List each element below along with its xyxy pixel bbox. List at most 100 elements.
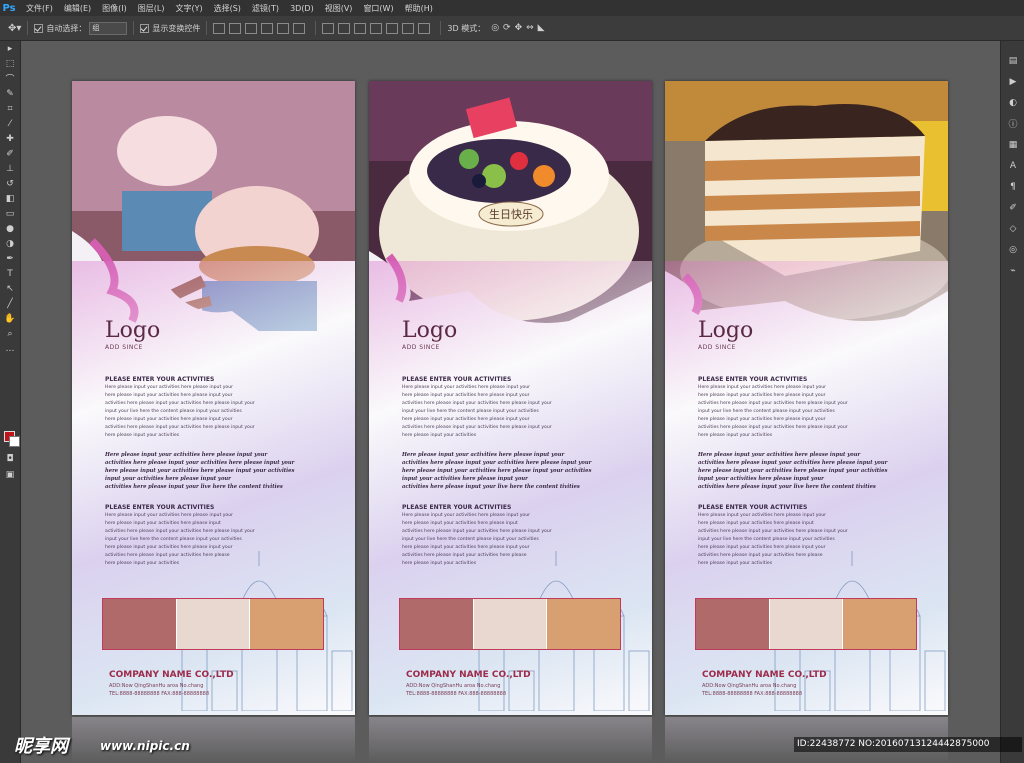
poster-body-1: Here please input your activities here p… (402, 385, 552, 438)
strip-photo-cupcake (696, 599, 770, 649)
brush-tool-icon[interactable]: ✐ (0, 146, 20, 161)
dessert-photo-strip (399, 598, 621, 650)
eyedropper-tool-icon[interactable]: ⁄ (0, 116, 20, 131)
auto-select-label: 自动选择： (46, 23, 87, 33)
poster-heading-1: PLEASE ENTER YOUR ACTIVITIES (402, 376, 512, 383)
company-tel-fax: TEL:8888-88888888 FAX:888-88888888 (406, 691, 506, 697)
history-brush-tool-icon[interactable]: ↺ (0, 176, 20, 191)
type-tool-icon[interactable]: T (0, 266, 20, 281)
mode-3d-label: 3D 模式： (447, 23, 486, 33)
poster-script-text: Here please input your activities here p… (105, 452, 295, 490)
marquee-tool-icon[interactable]: ⬚ (0, 56, 20, 71)
align-center-icon[interactable] (277, 22, 290, 34)
poster-heading-2: PLEASE ENTER YOUR ACTIVITIES (105, 504, 215, 511)
strip-photo-dessert (250, 599, 324, 649)
menu-filter[interactable]: 滤镜(T) (252, 3, 279, 14)
adjustments-panel-icon[interactable]: ◐ (1001, 95, 1024, 110)
distribute-middle-icon[interactable] (338, 22, 351, 34)
3d-controls-icons[interactable]: ◎⟳✥⇔◣ (491, 23, 548, 33)
dessert-photo-strip (102, 598, 324, 650)
poster-heading-1: PLEASE ENTER YOUR ACTIVITIES (105, 376, 215, 383)
distribute-right-icon[interactable] (402, 22, 415, 34)
more-tools-icon[interactable]: … (0, 341, 20, 356)
quick-select-tool-icon[interactable]: ✎ (0, 86, 20, 101)
poster-script-text: Here please input your activities here p… (402, 452, 592, 490)
menu-file[interactable]: 文件(F) (26, 3, 53, 14)
swatches-panel-icon[interactable]: ▦ (1001, 137, 1024, 152)
align-top-icon[interactable] (213, 22, 226, 34)
layers-panel-icon[interactable]: ◇ (1001, 221, 1024, 236)
healing-brush-tool-icon[interactable]: ✚ (0, 131, 20, 146)
poster-layer-cake[interactable]: Logo ADD SINCE PLEASE ENTER YOUR ACTIVIT… (665, 81, 948, 715)
company-address: ADD:Now QingShanHu aroa No.chang (702, 683, 797, 689)
eraser-tool-icon[interactable]: ◧ (0, 191, 20, 206)
dodge-tool-icon[interactable]: ◑ (0, 236, 20, 251)
menu-image[interactable]: 图像(I) (102, 3, 127, 14)
actions-panel-icon[interactable]: ▶ (1001, 74, 1024, 89)
quick-mask-icon[interactable]: ◘ (0, 451, 20, 466)
path-select-tool-icon[interactable]: ↖ (0, 281, 20, 296)
distribute-left-icon[interactable] (370, 22, 383, 34)
brush-panel-icon[interactable]: ✐ (1001, 200, 1024, 215)
distribute-bottom-icon[interactable] (354, 22, 367, 34)
show-transform-checkbox[interactable] (140, 23, 150, 33)
company-name: COMPANY NAME CO.,LTD (702, 670, 827, 680)
strip-photo-cupcake (103, 599, 177, 649)
auto-align-icon[interactable] (418, 22, 431, 34)
photoshop-logo: Ps (2, 2, 16, 14)
align-left-icon[interactable] (261, 22, 274, 34)
menu-window[interactable]: 窗口(W) (363, 3, 393, 14)
menu-3d[interactable]: 3D(D) (290, 4, 314, 13)
strip-photo-dessert (547, 599, 621, 649)
align-middle-icon[interactable] (229, 22, 242, 34)
distribute-center-icon[interactable] (386, 22, 399, 34)
distribute-top-icon[interactable] (322, 22, 335, 34)
align-bottom-icon[interactable] (245, 22, 258, 34)
gradient-tool-icon[interactable]: ▭ (0, 206, 20, 221)
watermark-logo: 昵享网 (14, 736, 68, 757)
divider (315, 21, 317, 35)
history-panel-icon[interactable]: ▤ (1001, 53, 1024, 68)
zoom-tool-icon[interactable]: ⌕ (0, 326, 20, 341)
blur-tool-icon[interactable]: ● (0, 221, 20, 236)
lasso-tool-icon[interactable]: ⌒ (0, 71, 20, 86)
poster-cupcakes[interactable]: Logo ADD SINCE PLEASE ENTER YOUR ACTIVIT… (72, 81, 355, 715)
divider (133, 21, 135, 35)
info-panel-icon[interactable]: ⓘ (1001, 116, 1024, 131)
menu-type[interactable]: 文字(Y) (175, 3, 202, 14)
background-color-swatch[interactable] (9, 436, 20, 447)
character-panel-icon[interactable]: A (1001, 158, 1024, 173)
shape-tool-icon[interactable]: ╱ (0, 296, 20, 311)
menu-edit[interactable]: 编辑(E) (64, 3, 91, 14)
menu-select[interactable]: 选择(S) (214, 3, 241, 14)
poster-body-2: Here please input your activities here p… (402, 513, 552, 566)
document-canvas[interactable]: Logo ADD SINCE PLEASE ENTER YOUR ACTIVIT… (21, 41, 1000, 763)
poster-fruit-cake[interactable]: 生日快乐 Logo ADD SINCE PLEASE ENTER YOUR AC… (369, 81, 652, 715)
company-name: COMPANY NAME CO.,LTD (109, 670, 234, 680)
clone-stamp-tool-icon[interactable]: ⊥ (0, 161, 20, 176)
menu-view[interactable]: 视图(V) (325, 3, 353, 14)
poster-heading-2: PLEASE ENTER YOUR ACTIVITIES (402, 504, 512, 511)
paragraph-panel-icon[interactable]: ¶ (1001, 179, 1024, 194)
auto-select-checkbox[interactable] (34, 23, 44, 33)
poster-script-text: Here please input your activities here p… (698, 452, 888, 490)
poster-logo-subtitle: ADD SINCE (698, 344, 736, 351)
auto-select-dropdown[interactable]: 组 (89, 21, 128, 35)
screen-mode-icon[interactable]: ▣ (0, 467, 20, 482)
poster-body-1: Here please input your activities here p… (105, 385, 255, 438)
hand-tool-icon[interactable]: ✋ (0, 311, 20, 326)
watermark-url: www.nipic.cn (100, 739, 190, 753)
paths-panel-icon[interactable]: ⌁ (1001, 263, 1024, 278)
poster-body-2: Here please input your activities here p… (698, 513, 848, 566)
poster-body-1: Here please input your activities here p… (698, 385, 848, 438)
menu-layer[interactable]: 图层(L) (138, 3, 165, 14)
menu-bar: Ps 文件(F) 编辑(E) 图像(I) 图层(L) 文字(Y) 选择(S) 滤… (0, 0, 1024, 16)
crop-tool-icon[interactable]: ⌗ (0, 101, 20, 116)
channels-panel-icon[interactable]: ◎ (1001, 242, 1024, 257)
align-right-icon[interactable] (293, 22, 306, 34)
pen-tool-icon[interactable]: ✒ (0, 251, 20, 266)
move-tool-icon[interactable]: ▸ (0, 41, 20, 56)
poster-body-2: Here please input your activities here p… (105, 513, 255, 566)
move-tool-icon[interactable]: ✥▾ (8, 23, 21, 34)
menu-help[interactable]: 帮助(H) (405, 3, 433, 14)
